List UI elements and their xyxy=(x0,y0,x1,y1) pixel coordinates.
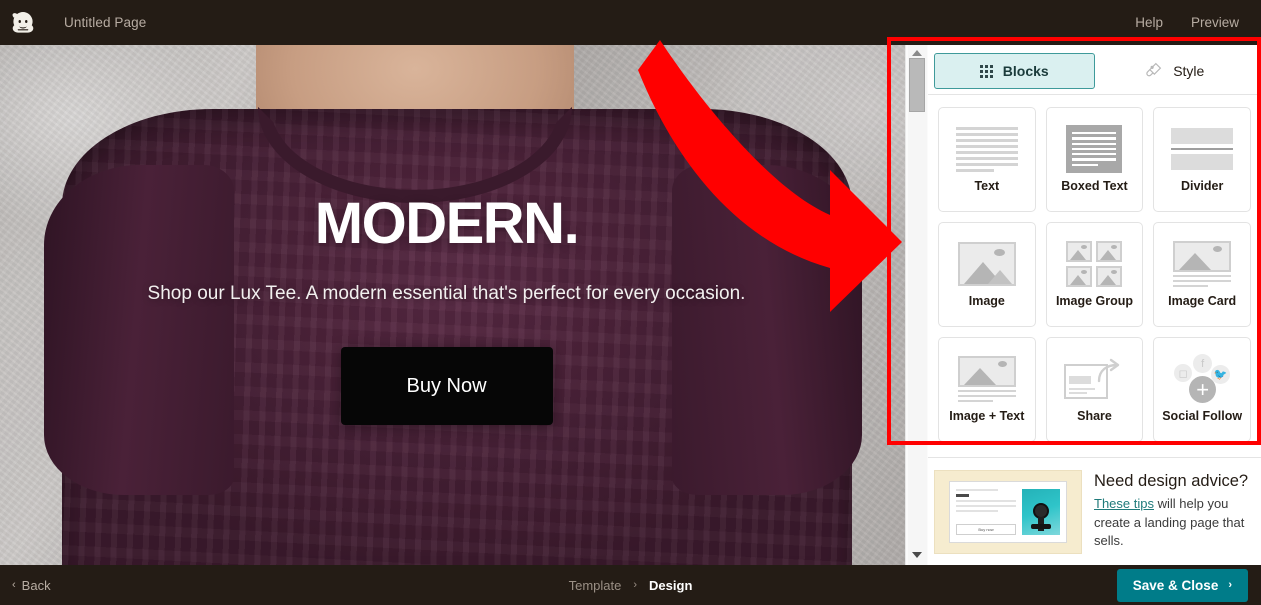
header-actions: Help Preview xyxy=(1135,15,1261,30)
advice-title: Need design advice? xyxy=(1094,471,1249,490)
advice-thumbnail-card: Buy now xyxy=(949,480,1067,543)
block-social-follow[interactable]: f ◻ 🐦 + Social Follow xyxy=(1153,337,1251,442)
advice-body: These tips will help you create a landin… xyxy=(1094,495,1249,552)
panel-scrollbar[interactable] xyxy=(905,45,928,565)
blocks-panel: Blocks Style Text Boxed Text Divider Ima… xyxy=(928,45,1261,565)
advice-thumbnail: Buy now xyxy=(934,469,1082,554)
blocks-grid: Text Boxed Text Divider Image Image Grou… xyxy=(938,107,1251,442)
image-icon xyxy=(944,236,1030,292)
app-header: Untitled Page Help Preview xyxy=(0,0,1261,45)
tab-style-label: Style xyxy=(1173,63,1205,79)
buy-now-button[interactable]: Buy Now xyxy=(340,347,553,425)
these-tips-link[interactable]: These tips xyxy=(1094,496,1154,511)
block-image[interactable]: Image xyxy=(938,222,1036,327)
instagram-icon: ◻ xyxy=(1174,364,1193,382)
block-image-label: Image xyxy=(968,294,1005,308)
advice-text: Need design advice? These tips will help… xyxy=(1094,472,1249,552)
scrollbar-track[interactable] xyxy=(908,45,927,565)
advice-thumb-product-image xyxy=(1022,488,1060,535)
facebook-icon: f xyxy=(1193,354,1213,373)
help-link[interactable]: Help xyxy=(1135,15,1163,30)
scrollbar-thumb[interactable] xyxy=(909,58,925,112)
plus-icon: + xyxy=(1189,376,1217,403)
twitter-icon: 🐦 xyxy=(1211,365,1231,384)
back-button[interactable]: ‹ Back xyxy=(12,578,51,593)
chevron-right-icon: › xyxy=(633,579,638,591)
block-share-label: Share xyxy=(1077,409,1112,423)
social-follow-icon: f ◻ 🐦 + xyxy=(1159,351,1245,407)
tab-blocks[interactable]: Blocks xyxy=(934,53,1095,89)
block-social-follow-label: Social Follow xyxy=(1162,409,1243,423)
breadcrumb-template[interactable]: Template xyxy=(569,578,622,593)
hero-content: MODERN. Shop our Lux Tee. A modern essen… xyxy=(0,45,893,565)
page-title: Untitled Page xyxy=(64,15,147,30)
preview-link[interactable]: Preview xyxy=(1191,15,1239,30)
breadcrumb: Template › Design xyxy=(569,578,693,593)
grid-dots-icon xyxy=(979,64,993,78)
block-boxed-text-label: Boxed Text xyxy=(1061,179,1128,193)
advice-thumb-button: Buy now xyxy=(956,523,1016,535)
block-image-text[interactable]: Image + Text xyxy=(938,337,1036,442)
tab-style[interactable]: Style xyxy=(1095,53,1256,89)
paintbrush-tag-icon xyxy=(1145,61,1163,82)
block-divider[interactable]: Divider xyxy=(1153,107,1251,212)
landing-page-canvas[interactable]: MODERN. Shop our Lux Tee. A modern essen… xyxy=(0,45,905,565)
share-arrow-icon xyxy=(1051,351,1137,407)
text-lines-icon xyxy=(944,121,1030,177)
tab-blocks-label: Blocks xyxy=(1002,63,1049,79)
save-and-close-button[interactable]: Save & Close › xyxy=(1116,568,1248,602)
block-image-card[interactable]: Image Card xyxy=(1153,222,1251,327)
block-image-text-label: Image + Text xyxy=(949,409,1025,423)
design-advice-section: Buy now Need design advice? These tips w… xyxy=(928,457,1261,565)
block-image-card-label: Image Card xyxy=(1168,294,1237,308)
scroll-down-arrow-icon[interactable] xyxy=(910,548,924,561)
panel-tabs: Blocks Style xyxy=(928,45,1261,95)
divider-icon xyxy=(1159,121,1245,177)
chevron-left-icon: ‹ xyxy=(12,578,16,591)
hero-title[interactable]: MODERN. xyxy=(315,195,580,253)
block-text-label: Text xyxy=(974,179,1000,193)
boxed-text-icon xyxy=(1051,121,1137,177)
breadcrumb-design: Design xyxy=(649,577,693,593)
image-card-icon xyxy=(1159,236,1245,292)
app-footer: ‹ Back Template › Design Save & Close › xyxy=(0,565,1261,605)
block-text[interactable]: Text xyxy=(938,107,1036,212)
back-button-label: Back xyxy=(21,577,51,593)
blocks-list[interactable]: Text Boxed Text Divider Image Image Grou… xyxy=(928,95,1261,457)
save-and-close-label: Save & Close xyxy=(1132,577,1219,593)
block-boxed-text[interactable]: Boxed Text xyxy=(1045,107,1144,212)
block-divider-label: Divider xyxy=(1180,179,1224,193)
chevron-right-icon: › xyxy=(1228,578,1232,591)
image-text-icon xyxy=(944,351,1030,407)
block-image-group-label: Image Group xyxy=(1055,294,1134,308)
block-share[interactable]: Share xyxy=(1045,337,1144,442)
image-group-icon xyxy=(1051,236,1137,292)
block-image-group[interactable]: Image Group xyxy=(1045,222,1144,327)
mailchimp-freddie-logo-icon[interactable] xyxy=(0,0,46,45)
hero-subtitle[interactable]: Shop our Lux Tee. A modern essential tha… xyxy=(148,283,746,305)
